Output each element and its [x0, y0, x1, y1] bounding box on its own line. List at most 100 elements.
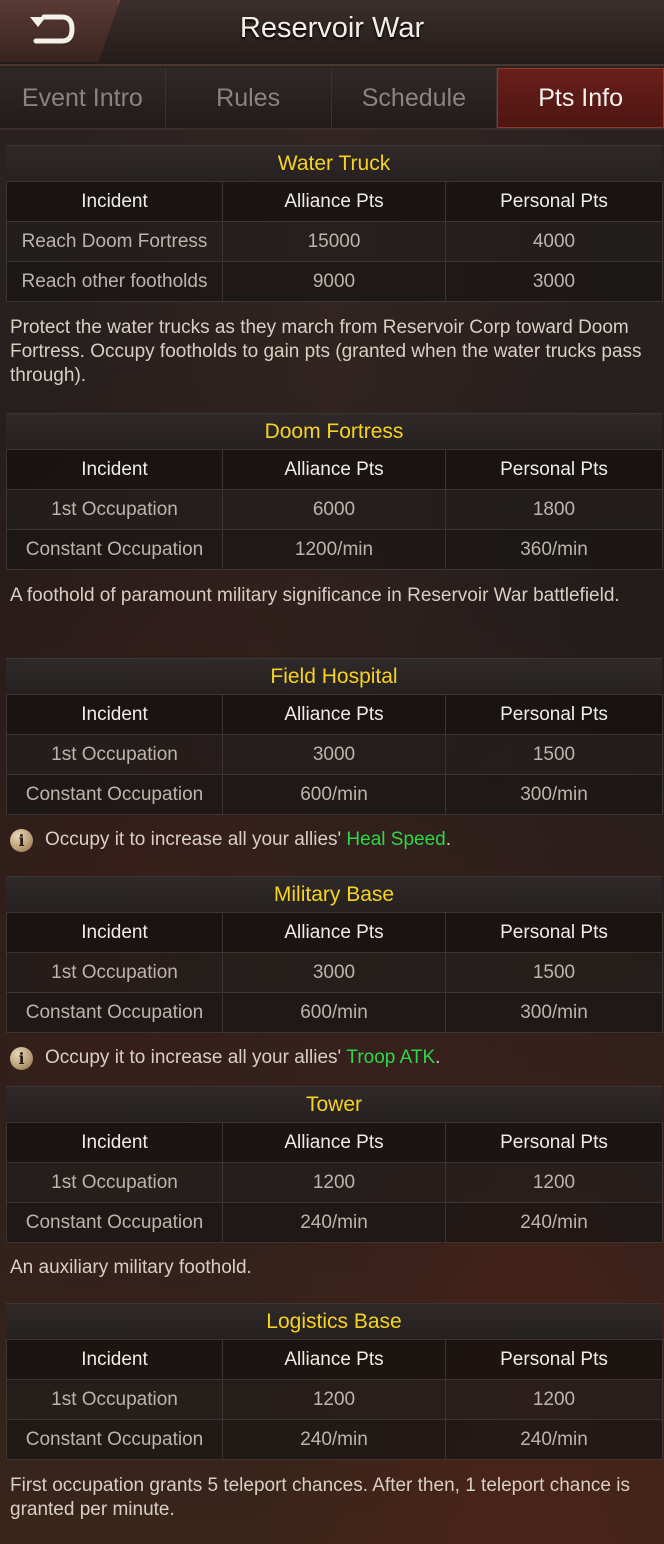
personal-pts-cell: 300/min [445, 992, 663, 1033]
column-header: Incident [6, 1122, 223, 1163]
table-header-row: Incident Alliance Pts Personal Pts [6, 181, 663, 222]
personal-pts-cell: 4000 [445, 221, 663, 262]
points-table: Incident Alliance Pts Personal Pts 1st O… [6, 1122, 663, 1243]
tab-bar: Event Intro Rules Schedule Pts Info [0, 68, 664, 130]
incident-cell: Constant Occupation [6, 774, 223, 815]
incident-cell: Constant Occupation [6, 992, 223, 1033]
section-description: A foothold of paramount military signifi… [10, 585, 620, 606]
tab-rules[interactable]: Rules [165, 68, 332, 128]
incident-cell: 1st Occupation [6, 489, 223, 530]
table-header-row: Incident Alliance Pts Personal Pts [6, 694, 663, 735]
note-text: Occupy it to increase all your allies' [45, 829, 347, 850]
table-row: 1st Occupation 1200 1200 [6, 1379, 663, 1420]
note-highlight: Troop ATK [346, 1047, 436, 1068]
section-description: Protect the water trucks as they march f… [10, 317, 642, 386]
table-header-row: Incident Alliance Pts Personal Pts [6, 912, 663, 953]
personal-pts-cell: 3000 [445, 261, 663, 302]
incident-cell: 1st Occupation [6, 1162, 223, 1203]
incident-cell: Reach Doom Fortress [6, 221, 223, 262]
personal-pts-cell: 240/min [445, 1202, 663, 1243]
alliance-pts-cell: 1200 [222, 1379, 446, 1420]
section-title: Logistics Base [6, 1303, 662, 1339]
personal-pts-cell: 300/min [445, 774, 663, 815]
points-table: Incident Alliance Pts Personal Pts 1st O… [6, 1339, 663, 1460]
column-header: Incident [6, 449, 223, 490]
alliance-pts-cell: 1200 [222, 1162, 446, 1203]
table-header-row: Incident Alliance Pts Personal Pts [6, 1122, 663, 1163]
personal-pts-cell: 1800 [445, 489, 663, 530]
table-header-row: Incident Alliance Pts Personal Pts [6, 449, 663, 490]
table-row: Constant Occupation 600/min 300/min [6, 992, 663, 1033]
personal-pts-cell: 1200 [445, 1162, 663, 1203]
top-bar: Reservoir War [0, 0, 664, 66]
table-row: 1st Occupation 3000 1500 [6, 734, 663, 775]
section-title: Water Truck [6, 145, 662, 181]
section-description: An auxiliary military foothold. [10, 1257, 252, 1278]
column-header: Personal Pts [445, 1339, 663, 1380]
column-header: Incident [6, 1339, 223, 1380]
alliance-pts-cell: 3000 [222, 952, 446, 993]
alliance-pts-cell: 15000 [222, 221, 446, 262]
info-icon[interactable]: i [10, 1046, 33, 1070]
tab-event-intro[interactable]: Event Intro [0, 68, 166, 128]
section-description: First occupation grants 5 teleport chanc… [10, 1475, 630, 1520]
column-header: Incident [6, 912, 223, 953]
column-header: Alliance Pts [222, 1122, 446, 1163]
section-military-base: Military Base Incident Alliance Pts Pers… [6, 876, 663, 1033]
page-title: Reservoir War [239, 12, 425, 44]
table-row: Constant Occupation 240/min 240/min [6, 1419, 663, 1460]
section-title: Doom Fortress [6, 413, 662, 449]
table-row: Reach Doom Fortress 15000 4000 [6, 221, 663, 262]
table-header-row: Incident Alliance Pts Personal Pts [6, 1339, 663, 1380]
note-suffix: . [435, 1047, 441, 1068]
column-header: Personal Pts [445, 912, 663, 953]
personal-pts-cell: 1500 [445, 952, 663, 993]
table-row: 1st Occupation 6000 1800 [6, 489, 663, 530]
column-header: Alliance Pts [222, 912, 446, 953]
table-row: Constant Occupation 240/min 240/min [6, 1202, 663, 1243]
personal-pts-cell: 1200 [445, 1379, 663, 1420]
tab-schedule[interactable]: Schedule [331, 68, 498, 128]
points-table: Incident Alliance Pts Personal Pts 1st O… [6, 694, 663, 815]
column-header: Personal Pts [445, 449, 663, 490]
points-table: Incident Alliance Pts Personal Pts 1st O… [6, 449, 663, 570]
incident-cell: 1st Occupation [6, 952, 223, 993]
column-header: Alliance Pts [222, 694, 446, 735]
table-row: 1st Occupation 1200 1200 [6, 1162, 663, 1203]
section-title: Military Base [6, 876, 662, 912]
column-header: Personal Pts [445, 181, 663, 222]
note-text: Occupy it to increase all your allies' [45, 1047, 347, 1068]
note-suffix: . [445, 829, 451, 850]
section-title: Tower [6, 1086, 662, 1122]
section-tower: Tower Incident Alliance Pts Personal Pts… [6, 1086, 663, 1243]
column-header: Alliance Pts [222, 449, 446, 490]
incident-cell: Constant Occupation [6, 1419, 223, 1460]
column-header: Personal Pts [445, 694, 663, 735]
section-logistics-base: Logistics Base Incident Alliance Pts Per… [6, 1303, 663, 1460]
alliance-pts-cell: 3000 [222, 734, 446, 775]
incident-cell: Reach other footholds [6, 261, 223, 302]
info-icon[interactable]: i [10, 828, 33, 852]
alliance-pts-cell: 6000 [222, 489, 446, 530]
alliance-pts-cell: 1200/min [222, 529, 446, 570]
column-header: Incident [6, 181, 223, 222]
points-table: Incident Alliance Pts Personal Pts Reach… [6, 181, 663, 302]
incident-cell: 1st Occupation [6, 734, 223, 775]
section-doom-fortress: Doom Fortress Incident Alliance Pts Pers… [6, 413, 663, 570]
incident-cell: Constant Occupation [6, 529, 223, 570]
bonus-note: i Occupy it to increase all your allies'… [10, 826, 650, 854]
column-header: Personal Pts [445, 1122, 663, 1163]
table-row: Reach other footholds 9000 3000 [6, 261, 663, 302]
alliance-pts-cell: 240/min [222, 1202, 446, 1243]
alliance-pts-cell: 240/min [222, 1419, 446, 1460]
table-row: Constant Occupation 600/min 300/min [6, 774, 663, 815]
table-row: Constant Occupation 1200/min 360/min [6, 529, 663, 570]
section-title: Field Hospital [6, 658, 662, 694]
tab-pts-info[interactable]: Pts Info [497, 68, 664, 128]
alliance-pts-cell: 9000 [222, 261, 446, 302]
column-header: Alliance Pts [222, 1339, 446, 1380]
points-table: Incident Alliance Pts Personal Pts 1st O… [6, 912, 663, 1033]
column-header: Incident [6, 694, 223, 735]
personal-pts-cell: 360/min [445, 529, 663, 570]
column-header: Alliance Pts [222, 181, 446, 222]
